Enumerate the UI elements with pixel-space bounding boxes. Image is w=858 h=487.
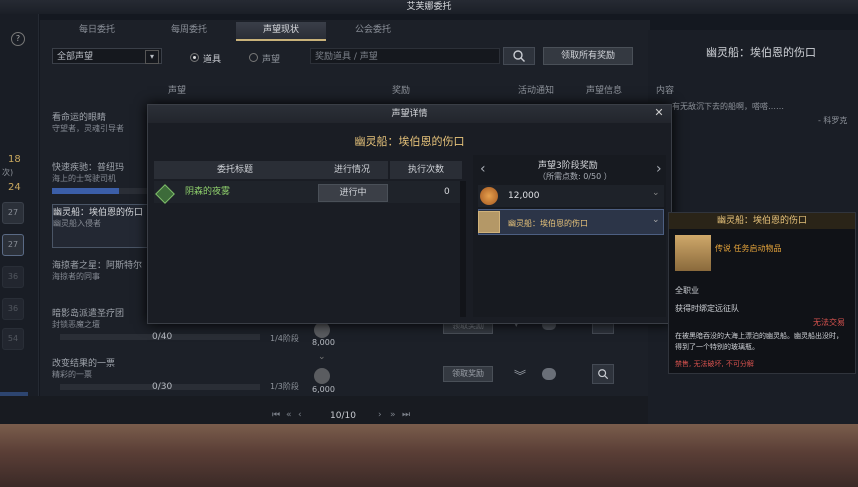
reward-amount: 8,000 <box>312 338 335 347</box>
next-tier-icon[interactable]: › <box>656 161 662 177</box>
tab-weekly[interactable]: 每周委托 <box>144 22 234 39</box>
claim-all-button[interactable]: 领取所有奖励 <box>543 47 633 65</box>
game-background-scene <box>0 424 858 487</box>
next-fast-icon[interactable]: » <box>390 410 396 420</box>
list-item-title: 改变结果的一票 <box>52 359 116 369</box>
chevron-down-icon[interactable]: ⌄ <box>652 215 660 225</box>
side-item-icon[interactable]: 36 <box>2 298 24 320</box>
chevron-down-icon: ▾ <box>145 50 159 64</box>
reward-points-needed: （所需点数: 0/50 ） <box>538 172 612 181</box>
task-status-badge: 进行中 <box>318 184 388 202</box>
item-trade: 无法交易 <box>813 318 845 327</box>
reward-amount: 6,000 <box>312 385 335 394</box>
search-icon <box>513 50 525 62</box>
search-detail-button[interactable] <box>592 364 614 384</box>
list-item-subtitle: 幽灵船入侵者 <box>53 219 101 228</box>
reputation-detail-modal: 声望详情 ✕ 幽灵船：埃伯恩的伤口 委托标题 进行情况 执行次数 阴森的夜雾 进… <box>147 104 672 324</box>
radio-item[interactable] <box>190 53 199 62</box>
item-grade-type: 传说 任务启动物品 <box>715 244 782 253</box>
col-rep-info: 声望信息 <box>586 86 623 96</box>
search-input[interactable]: 奖励道具 / 声望 <box>310 48 500 64</box>
side-item-icon[interactable]: 54 <box>2 328 24 350</box>
page-indicator: 10/10 <box>330 411 356 421</box>
item-tooltip: 幽灵船：埃伯恩的伤口 传说 任务启动物品 全职业 获得时绑定远征队 无法交易 在… <box>668 212 856 374</box>
radio-reputation-label: 声望 <box>262 55 281 65</box>
col-reward: 奖励 <box>392 86 411 96</box>
count-value-1: 18 <box>8 154 21 165</box>
list-item-title: 幽灵船：埃伯恩的伤口 <box>53 208 144 218</box>
tab-bar: 每日委托 每周委托 声望现状 公会委托 <box>52 22 422 41</box>
double-chevron-down-icon[interactable]: ︾ <box>514 367 526 384</box>
window-title-bar: 艾芙娜委托 <box>0 0 858 14</box>
claim-reward-button[interactable]: 领取奖励 <box>443 366 493 382</box>
tab-guild[interactable]: 公会委托 <box>328 22 418 39</box>
list-item-subtitle: 精彩的一票 <box>52 370 92 379</box>
search-button[interactable] <box>503 47 535 65</box>
content-label: 内容 <box>656 86 675 96</box>
quote-text: 有无敌沉下去的船啊，嗒嗒…… <box>672 102 784 111</box>
pagination-bar <box>0 396 650 424</box>
chevron-down-icon[interactable]: ⌄ <box>652 188 660 198</box>
close-icon[interactable]: ✕ <box>653 107 665 119</box>
side-item-icon[interactable]: 27 <box>2 234 24 256</box>
scroll-item-icon <box>478 211 500 233</box>
item-flags: 禁售, 无法破坏, 不可分解 <box>675 360 754 368</box>
progress-text: 0/30 <box>152 382 173 392</box>
tier-text: 1/3阶段 <box>270 382 299 391</box>
progress-text: 0/40 <box>152 332 173 342</box>
list-item[interactable]: 幽灵船：埃伯恩的伤口 幽灵船入侵者 <box>52 204 152 248</box>
quote-author: - 科罗克 <box>818 116 848 125</box>
prev-page-icon[interactable]: ‹ <box>298 410 302 420</box>
modal-header: 声望详情 <box>148 105 671 123</box>
gold-coin-icon <box>480 187 498 205</box>
item-bind: 获得时绑定远征队 <box>675 304 739 313</box>
item-description: 在被黑暗吞没的大海上漂泊的幽灵船。幽灵船出没时，得到了一个特别的玻璃瓶。 <box>675 332 843 351</box>
count-suffix: 次) <box>2 168 14 177</box>
radio-item-label: 道具 <box>203 55 222 65</box>
next-page-icon[interactable]: › <box>378 410 382 420</box>
reward-gold-amount: 12,000 <box>508 191 540 201</box>
prev-fast-icon[interactable]: « <box>286 410 292 420</box>
col-reputation: 声望 <box>168 86 187 96</box>
window-title: 艾芙娜委托 <box>406 2 452 12</box>
count-value-2: 24 <box>8 182 21 193</box>
side-item-icon[interactable]: 27 <box>2 202 24 224</box>
search-placeholder: 奖励道具 / 声望 <box>315 52 378 62</box>
item-class: 全职业 <box>675 286 699 295</box>
modal-reputation-title: 幽灵船：埃伯恩的伤口 <box>354 135 465 148</box>
prev-tier-icon[interactable]: ‹ <box>480 161 486 177</box>
right-panel-title: 幽灵船：埃伯恩的伤口 <box>706 46 816 59</box>
reward-item-name: 幽灵船：埃伯恩的伤口 <box>508 219 588 228</box>
modal-header-title: 声望详情 <box>391 109 428 119</box>
chat-icon[interactable] <box>542 368 556 380</box>
radio-reputation[interactable] <box>249 53 258 62</box>
silver-coin-icon <box>314 368 330 384</box>
silver-coin-icon <box>314 322 330 338</box>
col-count: 执行次数 <box>390 161 462 179</box>
first-page-icon[interactable]: ⏮ <box>272 410 280 420</box>
task-title: 阴森的夜雾 <box>185 187 231 197</box>
reputation-filter-dropdown[interactable]: 全部声望 ▾ <box>52 48 162 64</box>
task-scrollbar[interactable] <box>460 181 466 317</box>
tier-text: 1/4阶段 <box>270 334 299 343</box>
reward-row[interactable] <box>478 185 664 207</box>
tab-reputation[interactable]: 声望现状 <box>236 22 326 41</box>
col-task-title: 委托标题 <box>154 161 316 179</box>
side-item-icon[interactable]: 36 <box>2 266 24 288</box>
last-page-icon[interactable]: ⏭ <box>402 410 410 420</box>
col-status: 进行情况 <box>316 161 388 179</box>
task-count: 0 <box>444 187 450 197</box>
col-notify: 活动通知 <box>518 86 555 96</box>
arrow-down-icon: ⌄ <box>318 352 326 362</box>
help-icon[interactable]: ? <box>11 32 25 46</box>
dropdown-value: 全部声望 <box>57 52 94 62</box>
tab-daily[interactable]: 每日委托 <box>52 22 142 39</box>
tooltip-title: 幽灵船：埃伯恩的伤口 <box>669 213 855 229</box>
scroll-item-large-icon <box>675 235 711 271</box>
search-icon <box>598 369 609 380</box>
reward-tier-title: 声望3阶段奖励 <box>538 161 598 171</box>
